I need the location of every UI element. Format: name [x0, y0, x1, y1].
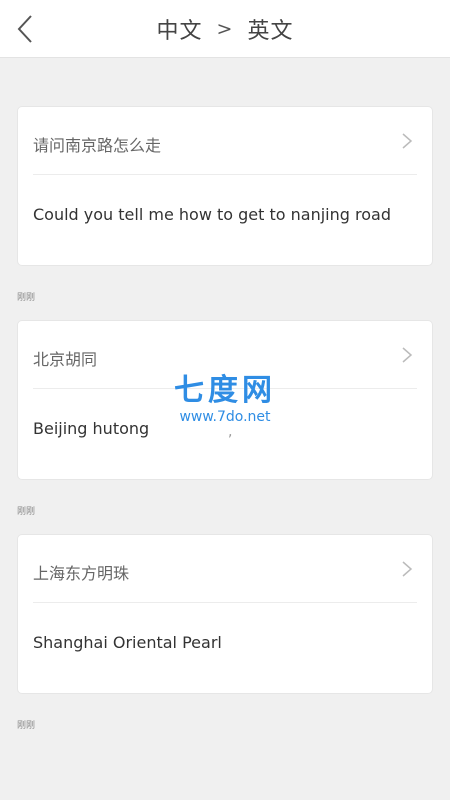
history-card[interactable]: 北京胡同 Beijing hutong: [17, 320, 433, 480]
card-divider: [33, 602, 417, 603]
timestamp: 刚刚: [17, 293, 36, 303]
timestamp: 刚刚: [17, 721, 36, 731]
chevron-right-icon: [402, 561, 413, 577]
source-language: 中文: [156, 19, 203, 44]
translated-text: Beijing hutong: [33, 419, 150, 438]
history-card[interactable]: 请问南京路怎么走 Could you tell me how to get to…: [17, 106, 433, 266]
card-source-row[interactable]: 请问南京路怎么走: [18, 107, 432, 175]
history-card[interactable]: 上海东方明珠 Shanghai Oriental Pearl: [17, 534, 433, 694]
language-pair-title[interactable]: 中文 > 英文: [0, 0, 450, 58]
stray-comma-mark: ,: [228, 424, 233, 440]
chevron-right-icon: [402, 133, 413, 149]
card-divider: [33, 174, 417, 175]
card-source-row[interactable]: 上海东方明珠: [18, 535, 432, 603]
translated-text: Shanghai Oriental Pearl: [33, 633, 222, 652]
card-source-row[interactable]: 北京胡同: [18, 321, 432, 389]
target-language: 英文: [247, 19, 294, 44]
translated-text: Could you tell me how to get to nanjing …: [33, 205, 391, 224]
source-text: 北京胡同: [33, 350, 98, 369]
direction-arrow: >: [216, 18, 234, 40]
top-bar: 中文 > 英文: [0, 0, 450, 58]
source-text: 请问南京路怎么走: [33, 136, 162, 155]
chevron-right-icon: [402, 347, 413, 363]
timestamp: 刚刚: [17, 507, 36, 517]
card-divider: [33, 388, 417, 389]
source-text: 上海东方明珠: [33, 564, 130, 583]
